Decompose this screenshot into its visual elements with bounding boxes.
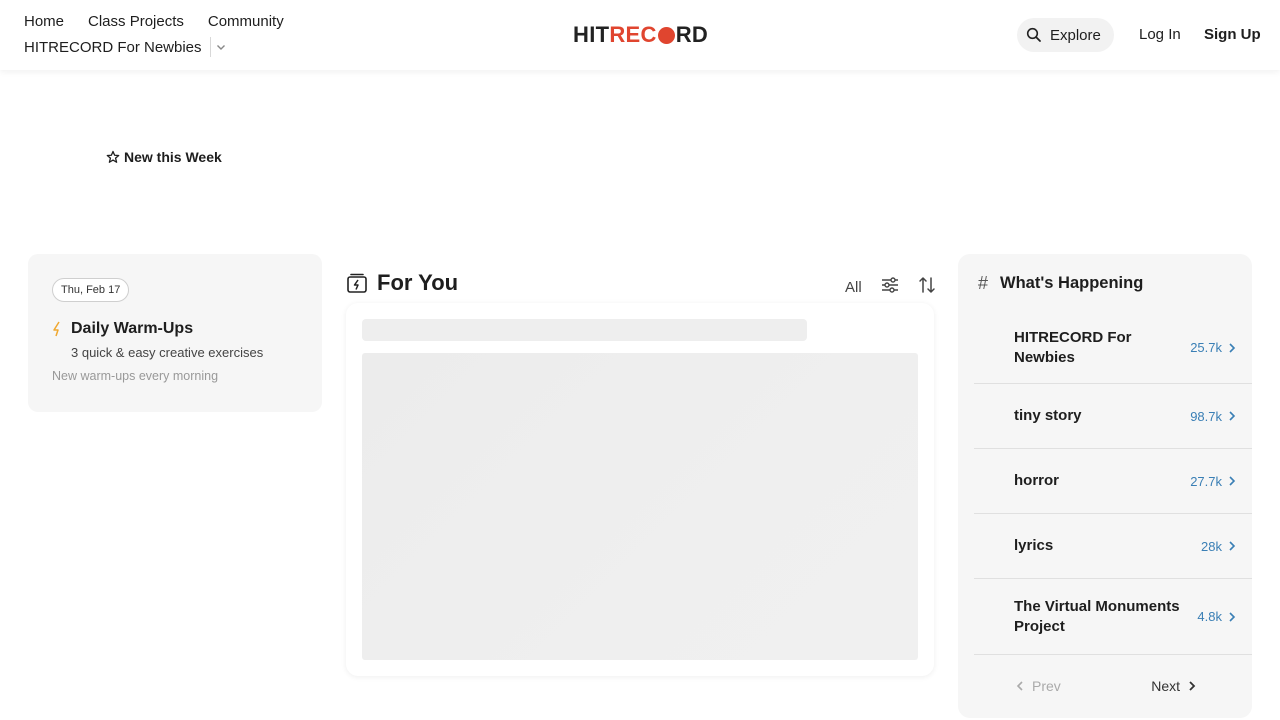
topic-name: HITRECORD For Newbies <box>1014 328 1132 366</box>
search-icon <box>1026 27 1041 42</box>
for-you-toolbar: All <box>845 275 936 299</box>
topic-item[interactable]: horror 27.7k <box>974 449 1252 514</box>
topic-name: horror <box>1014 472 1059 489</box>
daily-warmups-card[interactable]: Thu, Feb 17 Daily Warm-Ups 3 quick & eas… <box>28 254 322 412</box>
filter-all-button[interactable]: All <box>845 279 862 296</box>
hitrecord-logo[interactable]: HIT REC RD <box>573 22 708 48</box>
next-button[interactable]: Next <box>1151 678 1196 694</box>
for-you-icon <box>347 273 367 293</box>
community-selector[interactable]: HITRECORD For Newbies <box>24 37 231 57</box>
whats-happening-header: # What's Happening <box>978 273 1143 294</box>
warmup-note: New warm-ups every morning <box>52 369 219 383</box>
chevron-right-icon <box>1229 611 1236 622</box>
nav-class-projects[interactable]: Class Projects <box>88 13 184 30</box>
explore-button[interactable]: Explore <box>1017 18 1114 52</box>
chevron-right-icon <box>1229 541 1236 551</box>
logo-dot-icon <box>657 26 675 44</box>
skeleton-image <box>362 353 918 660</box>
topic-name: lyrics <box>1014 537 1054 554</box>
nav-home[interactable]: Home <box>24 13 64 30</box>
topic-name: tiny story <box>1014 407 1082 424</box>
star-outline-icon <box>106 150 120 163</box>
hashtag-icon: # <box>978 273 989 293</box>
chevron-right-icon <box>1229 476 1236 486</box>
main-nav: Home Class Projects Community <box>24 13 284 30</box>
top-header: Home Class Projects Community HITRECORD … <box>0 0 1280 70</box>
warmup-subtitle: 3 quick & easy creative exercises <box>71 345 264 360</box>
chevron-right-icon <box>1229 342 1236 353</box>
skeleton-title <box>362 319 807 341</box>
sort-icon[interactable] <box>918 275 936 299</box>
prev-button[interactable]: Prev <box>1016 678 1061 694</box>
community-selected-label[interactable]: HITRECORD For Newbies <box>24 39 202 56</box>
topic-item[interactable]: lyrics 28k <box>974 514 1252 579</box>
topic-count: 27.7k <box>1190 473 1222 489</box>
date-badge: Thu, Feb 17 <box>52 278 130 302</box>
whats-happening-panel: # What's Happening HITRECORD For Newbies… <box>958 254 1252 718</box>
new-this-week-label: New this Week <box>124 149 222 165</box>
topic-count: 4.8k <box>1197 609 1222 624</box>
filter-sliders-icon[interactable] <box>880 276 900 298</box>
topic-pager: Prev Next <box>1016 678 1196 694</box>
feed-card-placeholder <box>346 303 934 676</box>
warmup-title-row[interactable]: Daily Warm-Ups <box>52 320 193 338</box>
chevron-down-icon[interactable] <box>211 37 231 57</box>
topic-item[interactable]: The Virtual Monuments Project 4.8k <box>974 579 1252 655</box>
topic-list: HITRECORD For Newbies 25.7k tiny story 9… <box>974 312 1252 655</box>
next-label: Next <box>1151 678 1180 694</box>
topic-name: The Virtual Monuments Project <box>1014 597 1180 635</box>
whats-happening-title: What's Happening <box>1000 274 1144 292</box>
prev-label: Prev <box>1032 678 1061 694</box>
explore-label: Explore <box>1050 26 1101 44</box>
for-you-header: For You <box>346 270 458 296</box>
for-you-title: For You <box>377 270 459 295</box>
topic-count: 25.7k <box>1190 340 1222 355</box>
login-link[interactable]: Log In <box>1139 26 1181 43</box>
topic-item[interactable]: tiny story 98.7k <box>974 384 1252 449</box>
chevron-right-icon <box>1189 681 1196 691</box>
new-this-week-link[interactable]: New this Week <box>106 149 222 165</box>
warmup-title: Daily Warm-Ups <box>71 320 194 337</box>
lightning-icon <box>53 321 60 337</box>
chevron-right-icon <box>1229 411 1236 421</box>
chevron-left-icon <box>1016 681 1023 691</box>
nav-community[interactable]: Community <box>208 13 284 30</box>
topic-count: 28k <box>1201 538 1222 554</box>
topic-count: 98.7k <box>1190 408 1222 424</box>
signup-link[interactable]: Sign Up <box>1204 26 1261 43</box>
topic-item[interactable]: HITRECORD For Newbies 25.7k <box>974 312 1252 384</box>
